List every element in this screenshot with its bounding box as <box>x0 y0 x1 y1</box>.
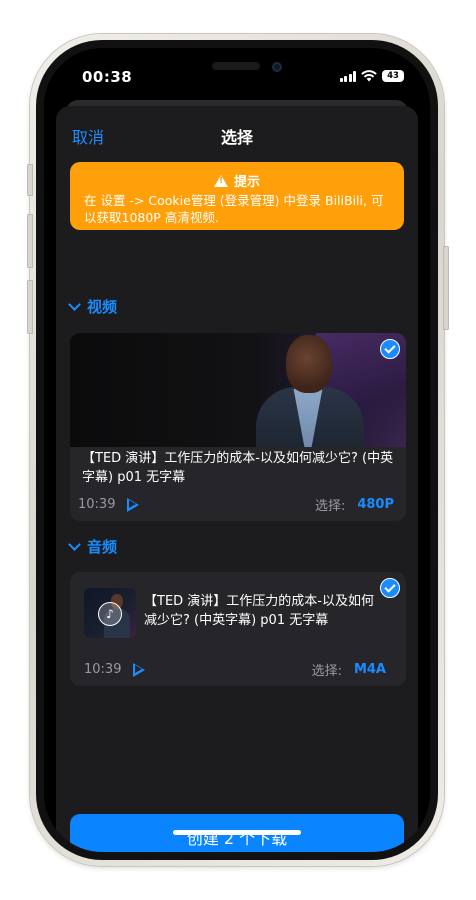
video-thumbnail <box>70 333 406 447</box>
status-bar: 00:38 43 <box>44 48 430 106</box>
home-indicator[interactable] <box>173 830 301 835</box>
cellular-signal-icon <box>339 70 356 82</box>
audio-duration: 10:39 <box>84 662 122 677</box>
audio-format-selector[interactable]: M4A <box>354 662 386 677</box>
warning-triangle-icon <box>213 174 228 187</box>
status-time: 00:38 <box>82 68 133 86</box>
play-icon[interactable] <box>127 497 140 512</box>
notice-header: 提示 <box>70 171 404 190</box>
video-meta-row: 10:39 选择: 480P <box>70 495 406 514</box>
volume-down-button <box>27 280 33 334</box>
audio-title: 【TED 演讲】工作压力的成本-以及如何减少它? (中英字幕) p01 无字幕 <box>144 594 374 628</box>
audio-meta-row: 10:39 选择: M4A <box>70 660 406 679</box>
notice-banner: 提示 在 设置 -> Cookie管理 (登录管理) 中登录 BiliBili,… <box>70 162 404 230</box>
audio-select-label: 选择: <box>311 664 342 679</box>
video-item-card[interactable]: 【TED 演讲】工作压力的成本-以及如何减少它? (中英字幕) p01 无字幕 … <box>70 333 406 521</box>
video-section-header[interactable]: 视频 <box>68 296 118 317</box>
silent-switch <box>27 164 33 196</box>
speaker-grille <box>212 62 260 70</box>
power-button <box>443 246 449 330</box>
chevron-down-icon <box>68 538 81 551</box>
music-note-icon: ♪ <box>98 602 122 626</box>
page-title: 选择 <box>220 128 253 147</box>
select-sheet: 取消 选择 提示 在 设置 -> Cookie管理 (登录管理) 中登录 Bil… <box>56 106 418 852</box>
chevron-down-icon <box>68 298 81 311</box>
notice-title: 提示 <box>233 175 260 190</box>
audio-item-card[interactable]: ♪ 【TED 演讲】工作压力的成本-以及如何减少它? (中英字幕) p01 无字… <box>70 572 406 686</box>
notice-body: 在 设置 -> Cookie管理 (登录管理) 中登录 BiliBili, 可以… <box>84 193 384 225</box>
video-title: 【TED 演讲】工作压力的成本-以及如何减少它? (中英字幕) p01 无字幕 <box>82 451 394 485</box>
audio-thumbnail: ♪ <box>84 588 136 638</box>
battery-icon: 43 <box>382 70 404 82</box>
status-icons: 43 <box>339 70 404 82</box>
audio-section-header[interactable]: 音频 <box>68 536 118 557</box>
thumbnail-speaker <box>250 335 390 447</box>
nav-bar: 取消 选择 <box>56 106 418 150</box>
checkmark-circle-icon[interactable] <box>380 339 400 359</box>
front-camera-icon <box>272 62 282 72</box>
video-quality-selector[interactable]: 480P <box>357 497 394 512</box>
volume-up-button <box>27 214 33 268</box>
video-duration: 10:39 <box>78 497 116 512</box>
audio-section-label: 音频 <box>87 538 118 556</box>
video-select-label: 选择: <box>314 499 346 514</box>
play-icon[interactable] <box>133 662 146 677</box>
wifi-icon <box>361 70 377 82</box>
phone-screen: 00:38 43 取消 选择 提示 在 设置 -> Cookie管 <box>44 48 430 852</box>
video-section-label: 视频 <box>87 298 118 316</box>
